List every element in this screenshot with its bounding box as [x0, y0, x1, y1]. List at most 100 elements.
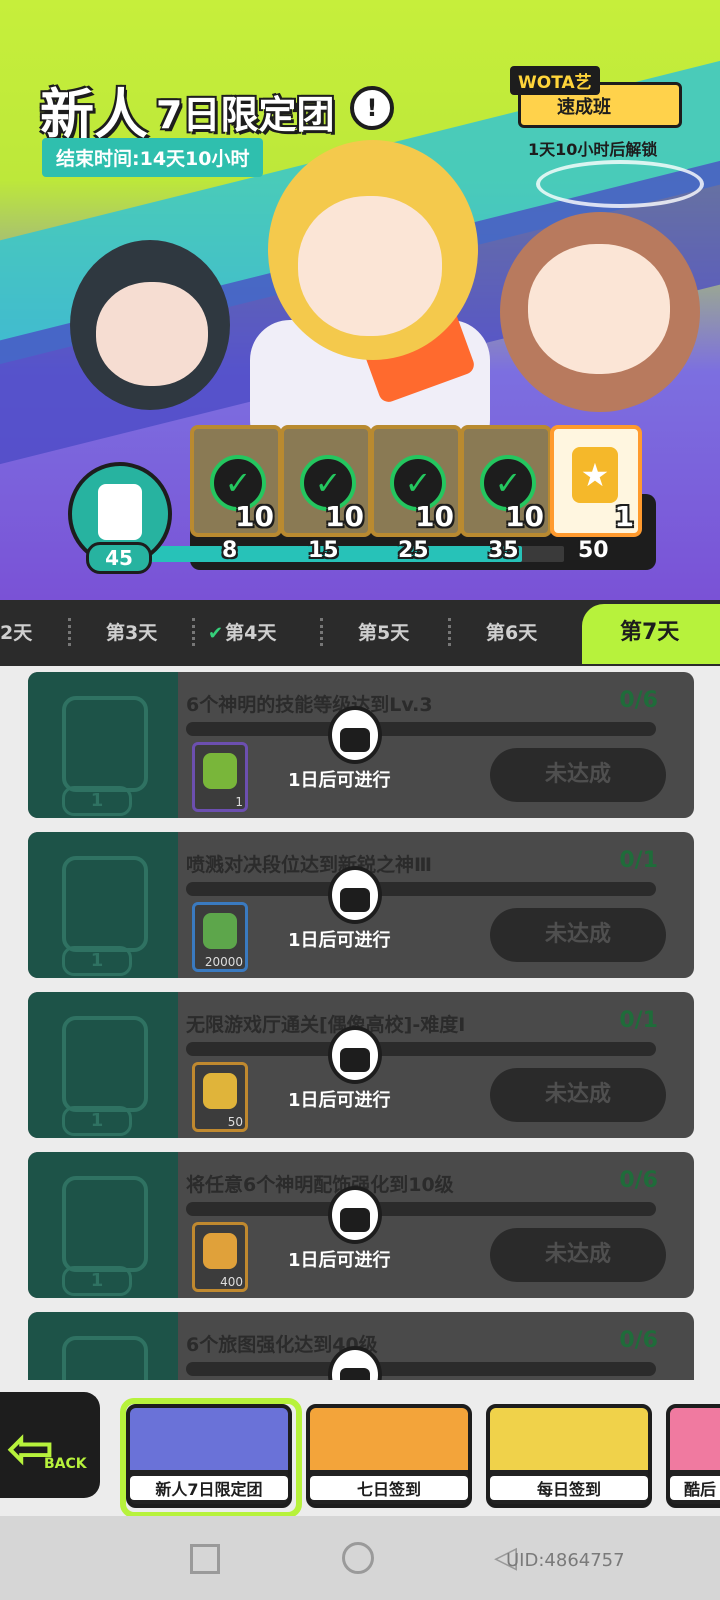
reward-qty: 10: [235, 500, 274, 533]
milestone-label: 35: [488, 538, 519, 563]
task-progress-bar: [186, 882, 656, 896]
character-left-face: [96, 282, 208, 386]
home-icon[interactable]: [342, 1542, 374, 1574]
recent-apps-icon[interactable]: [190, 1544, 220, 1574]
task-card: 1 将任意6个神明配饰强化到10级 0/6 400 1日后可进行 未达成: [28, 1152, 694, 1298]
milestone-label: 8: [222, 538, 238, 563]
tab-day-6[interactable]: 第6天: [486, 618, 537, 645]
back-label: BACK: [44, 1456, 87, 1472]
nav-card-label: 七日签到: [310, 1476, 468, 1500]
task-status-button[interactable]: 未达成: [490, 748, 666, 802]
milestone-label: 15: [308, 538, 339, 563]
reward-item-icon: [203, 753, 237, 789]
character-right-face: [528, 244, 670, 374]
lock-body: [340, 1208, 370, 1232]
lock-hint: 1日后可进行: [288, 930, 391, 951]
task-reward-item[interactable]: 50: [192, 1062, 248, 1132]
final-reward-item[interactable]: ★ 1: [550, 425, 642, 537]
star-card-icon: ★: [572, 447, 618, 503]
nav-card-label: 每日签到: [490, 1476, 648, 1500]
nav-card-art: [490, 1408, 648, 1470]
nav-card-art: [670, 1408, 720, 1470]
lock-icon: [328, 706, 382, 764]
lock-body: [340, 1048, 370, 1072]
milestone-label: 25: [398, 538, 429, 563]
task-point-qty: 1: [62, 1106, 132, 1136]
tab-divider: [192, 618, 198, 646]
task-card: 1 6个神明的技能等级达到Lv.3 0/6 1 1日后可进行 未达成: [28, 672, 694, 818]
milestone-label: 50: [578, 538, 609, 563]
lock-icon: [328, 866, 382, 924]
end-time-label: 结束时间:14天10小时: [42, 138, 264, 177]
task-count: 0/6: [619, 1168, 658, 1193]
task-point-panel: 1: [28, 992, 178, 1138]
task-count: 0/1: [619, 1008, 658, 1033]
task-title: 无限游戏厅通关[偶像高校]-难度I: [186, 1014, 466, 1036]
tab-divider: [68, 618, 74, 646]
reward-qty: 1: [614, 500, 634, 533]
reward-qty: 10: [415, 500, 454, 533]
uid-label: UID:4864757: [506, 1550, 625, 1571]
tab-day-4[interactable]: ✔ 第4天: [208, 618, 276, 645]
tab-day-3[interactable]: 第3天: [106, 618, 157, 645]
task-progress-bar: [186, 722, 656, 736]
reward-item[interactable]: ✓ 10: [280, 425, 372, 537]
reward-qty: 10: [505, 500, 544, 533]
tab-day-5[interactable]: 第5天: [358, 618, 409, 645]
points-value: 45: [86, 542, 152, 574]
back-button[interactable]: ⇦ BACK: [0, 1392, 100, 1498]
task-title: 6个神明的技能等级达到Lv.3: [186, 694, 433, 716]
info-icon[interactable]: !: [350, 86, 394, 130]
lock-body: [340, 728, 370, 752]
reward-item[interactable]: ✓ 10: [190, 425, 282, 537]
reward-item-qty: 1: [235, 795, 243, 809]
halo-decoration: [536, 160, 704, 208]
notebook-icon: [62, 696, 148, 792]
reward-item[interactable]: ✓ 10: [460, 425, 552, 537]
nav-card-art: [310, 1408, 468, 1470]
task-card: 1 无限游戏厅通关[偶像高校]-难度I 0/1 50 1日后可进行 未达成: [28, 992, 694, 1138]
nav-card-partial[interactable]: 酷后: [666, 1404, 720, 1508]
task-title: 将任意6个神明配饰强化到10级: [186, 1174, 454, 1196]
wota-course-button[interactable]: 速成班 WOTA艺: [510, 66, 682, 128]
nav-card-seven-day-checkin[interactable]: 七日签到: [306, 1404, 472, 1508]
tab-divider: [320, 618, 326, 646]
reward-qty: 10: [325, 500, 364, 533]
task-point-qty: 1: [62, 1266, 132, 1296]
reward-item-icon: [203, 1073, 237, 1109]
lock-body: [340, 888, 370, 912]
event-subtitle: 7日限定团: [156, 93, 335, 137]
task-progress-bar: [186, 1362, 656, 1376]
task-count: 0/6: [619, 688, 658, 713]
nav-active-frame: [120, 1398, 302, 1518]
notebook-icon: [62, 1016, 148, 1112]
task-point-qty: 1: [62, 786, 132, 816]
task-status-button[interactable]: 未达成: [490, 1068, 666, 1122]
reward-item-qty: 50: [227, 1115, 243, 1129]
nav-card-daily-checkin[interactable]: 每日签到: [486, 1404, 652, 1508]
task-point-panel: 1: [28, 672, 178, 818]
reward-item-icon: [203, 913, 237, 949]
task-reward-item[interactable]: 1: [192, 742, 248, 812]
task-count: 0/6: [619, 1328, 658, 1353]
task-list[interactable]: 1 6个神明的技能等级达到Lv.3 0/6 1 1日后可进行 未达成 1 喷溅对…: [0, 666, 720, 1406]
tab-divider: [448, 618, 454, 646]
task-point-panel: 1: [28, 832, 178, 978]
task-status-button[interactable]: 未达成: [490, 908, 666, 962]
tab-day-2[interactable]: 2天: [0, 618, 32, 645]
task-progress-bar: [186, 1202, 656, 1216]
lock-hint: 1日后可进行: [288, 770, 391, 791]
character-center-face: [298, 196, 442, 336]
task-reward-item[interactable]: 400: [192, 1222, 248, 1292]
tab-day-4-label: 第4天: [225, 622, 277, 644]
wota-tag: WOTA艺: [510, 66, 600, 95]
lock-icon: [328, 1026, 382, 1084]
reward-item[interactable]: ✓ 10: [370, 425, 462, 537]
lock-hint: 1日后可进行: [288, 1090, 391, 1111]
task-reward-item[interactable]: 20000: [192, 902, 248, 972]
task-status-button[interactable]: 未达成: [490, 1228, 666, 1282]
task-point-qty: 1: [62, 946, 132, 976]
lock-hint: 1日后可进行: [288, 1250, 391, 1271]
lock-icon: [328, 1186, 382, 1244]
tab-day-7-label: 第7天: [620, 620, 680, 645]
